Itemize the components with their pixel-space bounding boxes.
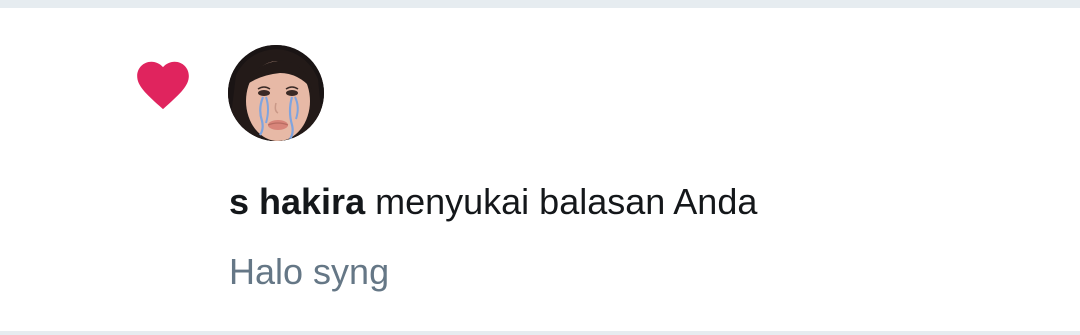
like-notification[interactable]: s hakira menyukai balasan Anda Halo syng [0, 0, 1080, 335]
action-text: menyukai balasan Anda [365, 181, 758, 222]
heart-icon [137, 61, 189, 110]
avatar-photo [228, 45, 324, 141]
notification-headline: s hakira menyukai balasan Anda [229, 178, 757, 226]
reply-preview-text: Halo syng [229, 251, 390, 292]
user-name[interactable]: s hakira [229, 181, 365, 222]
avatar[interactable] [228, 45, 324, 141]
